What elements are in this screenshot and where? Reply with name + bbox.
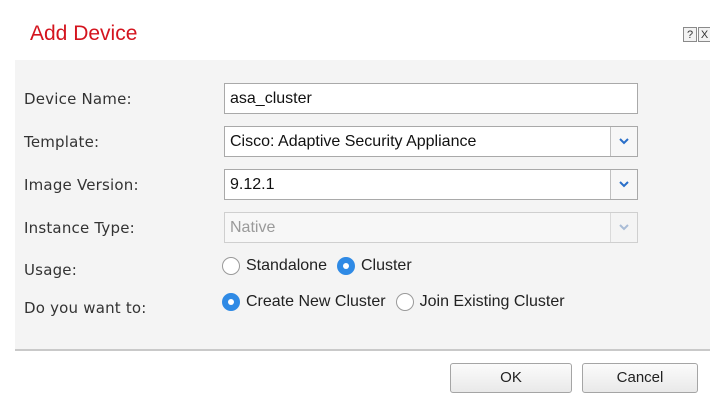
chevron-down-icon[interactable]	[610, 170, 637, 199]
close-button[interactable]: X	[698, 27, 710, 42]
image-version-select-value: 9.12.1	[230, 176, 275, 193]
do-you-want-to-label: Do you want to:	[24, 299, 147, 317]
image-version-label: Image Version:	[24, 176, 139, 194]
create-new-cluster-label[interactable]: Create New Cluster	[246, 293, 386, 311]
usage-cluster-label[interactable]: Cluster	[361, 257, 412, 275]
add-device-dialog: Add Device ? X Device Name: asa_cluster …	[0, 0, 710, 396]
help-button[interactable]: ?	[683, 27, 697, 42]
ok-button[interactable]: OK	[450, 363, 572, 393]
usage-standalone-radio[interactable]	[222, 257, 240, 275]
usage-radio-group: Standalone Cluster	[222, 257, 422, 275]
create-new-cluster-radio[interactable]	[222, 293, 240, 311]
device-name-input[interactable]: asa_cluster	[224, 83, 638, 114]
device-name-label: Device Name:	[24, 90, 132, 108]
chevron-down-icon	[610, 213, 637, 242]
template-select[interactable]: Cisco: Adaptive Security Appliance	[224, 126, 638, 157]
instance-type-select: Native	[224, 212, 638, 243]
usage-label: Usage:	[24, 261, 77, 279]
instance-type-select-value: Native	[230, 219, 276, 236]
template-select-value: Cisco: Adaptive Security Appliance	[230, 133, 477, 150]
template-label: Template:	[24, 133, 100, 151]
usage-standalone-label[interactable]: Standalone	[246, 257, 327, 275]
chevron-down-icon[interactable]	[610, 127, 637, 156]
join-existing-cluster-label[interactable]: Join Existing Cluster	[420, 293, 565, 311]
dialog-title: Add Device	[30, 22, 138, 45]
join-existing-cluster-radio[interactable]	[395, 293, 414, 311]
instance-type-label: Instance Type:	[24, 219, 135, 237]
cancel-button[interactable]: Cancel	[582, 363, 698, 393]
image-version-select[interactable]: 9.12.1	[224, 169, 638, 200]
usage-cluster-radio[interactable]	[336, 257, 355, 275]
cluster-action-radio-group: Create New Cluster Join Existing Cluster	[222, 293, 575, 311]
